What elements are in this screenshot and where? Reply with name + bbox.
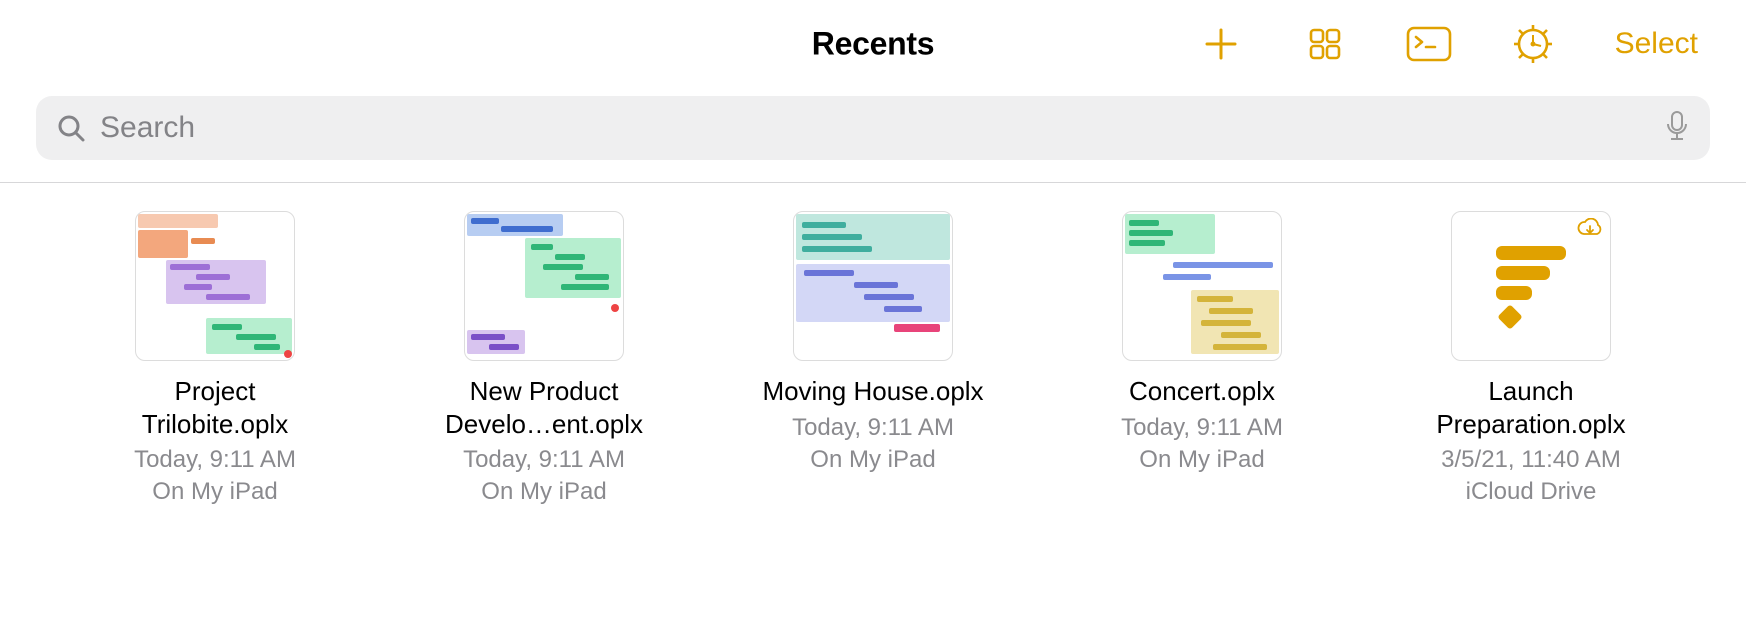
file-date: Today, 9:11 AM [792, 412, 954, 444]
file-name: Moving House.oplx [762, 375, 983, 408]
file-thumbnail [464, 211, 624, 361]
file-name: New Product Develo…ent.oplx [429, 375, 659, 440]
search-bar[interactable] [36, 96, 1710, 160]
file-thumbnail [1122, 211, 1282, 361]
file-name: Concert.oplx [1129, 375, 1275, 408]
file-location: On My iPad [1139, 444, 1264, 476]
microphone-icon[interactable] [1664, 110, 1690, 147]
grid-icon [1305, 24, 1345, 64]
file-item[interactable]: Concert.oplx Today, 9:11 AM On My iPad [1087, 211, 1317, 476]
cloud-download-icon [1576, 218, 1604, 240]
file-thumbnail [135, 211, 295, 361]
page-title: Recents [812, 26, 934, 63]
file-name: Launch Preparation.oplx [1416, 375, 1646, 440]
add-button[interactable] [1199, 22, 1243, 66]
file-item[interactable]: Launch Preparation.oplx 3/5/21, 11:40 AM… [1416, 211, 1646, 509]
file-location: On My iPad [152, 476, 277, 508]
settings-button[interactable] [1511, 22, 1555, 66]
search-container [0, 88, 1746, 183]
file-location: On My iPad [481, 476, 606, 508]
file-date: Today, 9:11 AM [134, 444, 296, 476]
nav-bar: Recents [0, 0, 1746, 88]
file-grid: Project Trilobite.oplx Today, 9:11 AM On… [0, 183, 1746, 509]
view-mode-button[interactable] [1303, 22, 1347, 66]
nav-actions: Select [1199, 22, 1698, 66]
file-date: 3/5/21, 11:40 AM [1441, 444, 1621, 476]
file-date: Today, 9:11 AM [1121, 412, 1283, 444]
file-item[interactable]: Project Trilobite.oplx Today, 9:11 AM On… [100, 211, 330, 509]
file-item[interactable]: New Product Develo…ent.oplx Today, 9:11 … [429, 211, 659, 509]
file-item[interactable]: Moving House.oplx Today, 9:11 AM On My i… [758, 211, 988, 476]
file-location: iCloud Drive [1466, 476, 1597, 508]
gear-icon [1512, 23, 1554, 65]
file-thumbnail [1451, 211, 1611, 361]
file-date: Today, 9:11 AM [463, 444, 625, 476]
search-input[interactable] [86, 111, 1664, 145]
file-name: Project Trilobite.oplx [100, 375, 330, 440]
select-button[interactable]: Select [1615, 27, 1698, 61]
terminal-icon [1405, 25, 1453, 63]
search-icon [56, 113, 86, 143]
file-thumbnail [793, 211, 953, 361]
file-location: On My iPad [810, 444, 935, 476]
plus-icon [1201, 24, 1241, 64]
console-button[interactable] [1407, 22, 1451, 66]
